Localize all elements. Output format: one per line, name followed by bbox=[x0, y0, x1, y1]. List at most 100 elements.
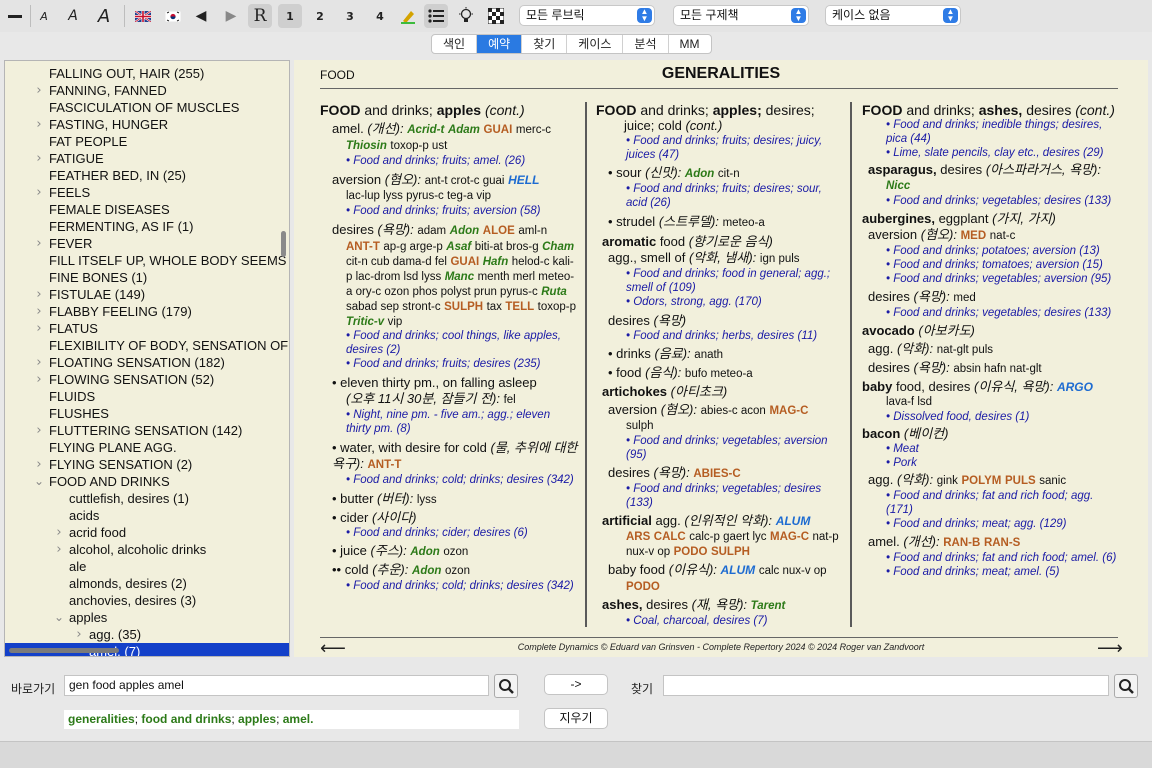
tree-item[interactable]: › FLOATING SENSATION (182) bbox=[5, 354, 289, 371]
tree-item[interactable]: FEMALE DISEASES bbox=[5, 201, 289, 218]
cross-reference-link[interactable]: • Food and drinks; herbs, desires (11) bbox=[596, 329, 842, 343]
chevron-right-icon[interactable]: › bbox=[33, 354, 45, 371]
tree-scrollbar[interactable] bbox=[281, 231, 286, 257]
chevron-right-icon[interactable]: › bbox=[33, 286, 45, 303]
tree-item[interactable]: almonds, desires (2) bbox=[5, 575, 289, 592]
back-arrow-icon[interactable]: ◀ bbox=[192, 4, 210, 28]
tree-item[interactable]: FLYING PLANE AGG. bbox=[5, 439, 289, 456]
tree-item[interactable]: › FLOWING SENSATION (52) bbox=[5, 371, 289, 388]
cross-reference-link[interactable]: • Coal, charcoal, desires (7) bbox=[596, 614, 842, 628]
cross-reference-link[interactable]: • Dissolved food, desires (1) bbox=[862, 410, 1120, 424]
chevron-right-icon[interactable]: › bbox=[33, 150, 45, 167]
chevron-right-icon[interactable]: › bbox=[33, 320, 45, 337]
font-medium-button[interactable]: A bbox=[64, 4, 82, 28]
chevron-right-icon[interactable]: › bbox=[33, 456, 45, 473]
cross-reference-link[interactable]: • Food and drinks; vegetables; desires (… bbox=[596, 482, 842, 510]
tree-item[interactable]: FINE BONES (1) bbox=[5, 269, 289, 286]
cross-reference-link[interactable]: • Food and drinks; meat; amel. (5) bbox=[862, 565, 1120, 579]
font-large-button[interactable]: A bbox=[94, 4, 114, 28]
chevron-right-icon[interactable]: › bbox=[53, 541, 65, 558]
rubric-artichokes[interactable]: artichokes (아티초크) bbox=[596, 384, 842, 400]
cross-reference-link[interactable]: • Food and drinks; food in general; agg.… bbox=[596, 267, 842, 295]
remedies-filter-dropdown[interactable]: 모든 구제책 ▲ ▼ bbox=[673, 5, 809, 26]
tree-item[interactable]: › FISTULAE (149) bbox=[5, 286, 289, 303]
rubric-avocado[interactable]: avocado (아보카도) bbox=[862, 323, 1120, 339]
cross-reference-link[interactable]: • Meat bbox=[862, 442, 1120, 456]
rubric-water[interactable]: • water, with desire for cold (물, 추위에 대한… bbox=[320, 440, 578, 473]
goto-arrow-button[interactable]: -> bbox=[544, 674, 608, 695]
forward-arrow-icon[interactable]: ▶ bbox=[222, 4, 240, 28]
rubric-butter[interactable]: • butter (버터): lyss bbox=[320, 491, 578, 508]
cross-reference-link[interactable]: • Food and drinks; vegetables; desires (… bbox=[862, 306, 1120, 320]
chevron-down-icon[interactable]: ⌄ bbox=[53, 609, 65, 626]
chevron-right-icon[interactable]: › bbox=[33, 184, 45, 201]
cross-reference-link[interactable]: • Food and drinks; fat and rich food; am… bbox=[862, 551, 1120, 565]
tree-item[interactable]: › FLATUS bbox=[5, 320, 289, 337]
tree-item[interactable]: › alcohol, alcoholic drinks bbox=[5, 541, 289, 558]
rubric-juice-cold[interactable]: juice; cold (cont.) bbox=[596, 118, 842, 134]
tree-item[interactable]: › FANNING, FANNED bbox=[5, 82, 289, 99]
case-filter-dropdown[interactable]: 케이스 없음 ▲ ▼ bbox=[825, 5, 961, 26]
tree-item[interactable]: FLEXIBILITY OF BODY, SENSATION OF bbox=[5, 337, 289, 354]
rubric-agg[interactable]: agg. (악화): nat-glt puls bbox=[862, 341, 1120, 358]
cross-reference-link[interactable]: • Odors, strong, agg. (170) bbox=[596, 295, 842, 309]
tree-item[interactable]: › FEELS bbox=[5, 184, 289, 201]
cross-reference-link[interactable]: • Food and drinks; fruits; aversion (58) bbox=[320, 204, 578, 218]
tree-item[interactable]: › FLUTTERING SENSATION (142) bbox=[5, 422, 289, 439]
rubric-agg[interactable]: agg. (악화): gink POLYM PULS sanic bbox=[862, 472, 1120, 489]
tab-find[interactable]: 찾기 bbox=[522, 35, 568, 53]
rubric-desires[interactable]: desires (욕망): adam Adon ALOE aml-n bbox=[320, 222, 578, 239]
font-small-button[interactable]: A bbox=[36, 4, 52, 28]
cross-reference-link[interactable]: • Food and drinks; meat; agg. (129) bbox=[862, 517, 1120, 531]
rubric-desires[interactable]: desires (욕망): med bbox=[862, 289, 1120, 306]
chevron-right-icon[interactable]: › bbox=[33, 422, 45, 439]
cross-reference-link[interactable]: • Food and drinks; inedible things; desi… bbox=[862, 118, 1120, 146]
tab-analysis[interactable]: 분석 bbox=[623, 35, 669, 53]
repertory-button[interactable]: R bbox=[248, 4, 272, 28]
rubric-drinks[interactable]: • drinks (음료): anath bbox=[596, 346, 842, 363]
korean-flag-icon[interactable] bbox=[164, 4, 182, 28]
chevron-right-icon[interactable]: › bbox=[33, 82, 45, 99]
level-4-button[interactable]: 4 bbox=[370, 4, 390, 28]
cross-reference-link[interactable]: • Food and drinks; fruits; desires; juic… bbox=[596, 134, 842, 162]
chevron-right-icon[interactable]: › bbox=[33, 371, 45, 388]
rubric-smell[interactable]: agg., smell of (악화, 냄새): ign puls bbox=[596, 250, 842, 267]
rubric-desires[interactable]: desires (욕망): absin hafn nat-glt bbox=[862, 360, 1120, 377]
tab-mm[interactable]: MM bbox=[669, 35, 711, 53]
chevron-right-icon[interactable]: › bbox=[33, 303, 45, 320]
tree-item[interactable]: acids bbox=[5, 507, 289, 524]
highlighter-icon[interactable] bbox=[398, 4, 418, 28]
tree-item[interactable]: anchovies, desires (3) bbox=[5, 592, 289, 609]
rubric-bacon[interactable]: bacon (베이컨) bbox=[862, 426, 1120, 442]
goto-search-button[interactable] bbox=[494, 674, 518, 698]
rubric-artificial[interactable]: artificial agg. (인위적인 악화): ALUM bbox=[596, 513, 842, 529]
tree-item[interactable]: ⌄ FOOD AND DRINKS bbox=[5, 473, 289, 490]
next-page-arrow-icon[interactable]: ⟶ bbox=[1097, 638, 1123, 659]
rubric-juice[interactable]: • juice (주스): Adon ozon bbox=[320, 543, 578, 560]
cross-reference-link[interactable]: • Food and drinks; tomatoes; aversion (1… bbox=[862, 258, 1120, 272]
lightbulb-icon[interactable] bbox=[456, 4, 476, 28]
tree-item[interactable]: › acrid food bbox=[5, 524, 289, 541]
rubric-baby[interactable]: baby food, desires (이유식, 욕망): ARGO bbox=[862, 379, 1120, 395]
cross-reference-link[interactable]: • Food and drinks; cold; drinks; desires… bbox=[320, 473, 578, 487]
rubric-eleven-thirty[interactable]: • eleven thirty pm., on falling asleep bbox=[320, 375, 578, 391]
cross-reference-link[interactable]: • Food and drinks; vegetables; desires (… bbox=[862, 194, 1120, 208]
goto-result-path[interactable]: generalities; food and drinks; apples; a… bbox=[64, 710, 519, 729]
tree-item[interactable]: › FEVER bbox=[5, 235, 289, 252]
cross-reference-link[interactable]: • Food and drinks; fat and rich food; ag… bbox=[862, 489, 1120, 517]
rubric-asparagus[interactable]: asparagus, desires (아스파라거스, 욕망): bbox=[862, 162, 1120, 178]
level-1-button[interactable]: 1 bbox=[278, 4, 302, 28]
rubric-amel[interactable]: amel. (개선): RAN-B RAN-S bbox=[862, 534, 1120, 551]
chevron-right-icon[interactable]: › bbox=[33, 116, 45, 133]
tab-index[interactable]: 색인 bbox=[432, 35, 478, 53]
tree-item[interactable]: ale bbox=[5, 558, 289, 575]
rubric-desires[interactable]: desires (욕망): ABIES-C bbox=[596, 465, 842, 482]
cross-reference-link[interactable]: • Food and drinks; cool things, like app… bbox=[320, 329, 578, 357]
level-2-button[interactable]: 2 bbox=[310, 4, 330, 28]
tree-item[interactable]: FASCICULATION OF MUSCLES bbox=[5, 99, 289, 116]
rubrics-filter-dropdown[interactable]: 모든 루브릭 ▲ ▼ bbox=[519, 5, 655, 26]
rubric-baby-food[interactable]: baby food (이유식): ALUM calc nux-v op bbox=[596, 562, 842, 579]
rubric-cider[interactable]: • cider (사이다) bbox=[320, 510, 578, 526]
tree-item[interactable]: FERMENTING, AS IF (1) bbox=[5, 218, 289, 235]
find-search-button[interactable] bbox=[1114, 674, 1138, 698]
